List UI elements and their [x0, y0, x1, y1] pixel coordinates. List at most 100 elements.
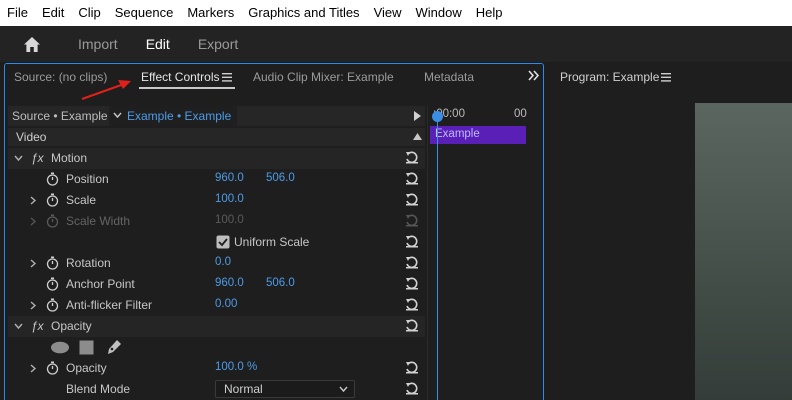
clip-bar-label: Example [435, 128, 480, 140]
video-header-label: Video [16, 130, 47, 144]
motion-label: Motion [51, 151, 88, 165]
reset-parameter-icon[interactable] [405, 256, 419, 270]
playhead-line [437, 118, 438, 400]
opacity-group-row[interactable]: ƒx Opacity [8, 316, 425, 337]
ellipse-mask-icon[interactable] [50, 341, 70, 354]
program-title[interactable]: Program: Example [560, 70, 659, 84]
anchor-point-label: Anchor Point [66, 277, 135, 291]
reset-parameter-icon[interactable] [405, 151, 419, 165]
clip-label: Example • Example [127, 109, 232, 123]
position-row: Position 960.0 506.0 [8, 169, 425, 190]
tab-metadata[interactable]: Metadata [424, 70, 474, 84]
stopwatch-icon[interactable] [46, 193, 59, 207]
chevron-down-icon [339, 386, 348, 393]
blend-mode-label: Blend Mode [66, 382, 131, 396]
position-x-value[interactable]: 960.0 [215, 172, 244, 184]
opacity-value[interactable]: 100.0 % [215, 361, 257, 373]
playhead-handle[interactable] [432, 111, 443, 122]
stopwatch-icon[interactable] [46, 298, 59, 312]
menu-window[interactable]: Window [409, 0, 469, 26]
menu-file[interactable]: File [0, 0, 35, 26]
clip-bar[interactable]: Example [430, 126, 526, 144]
rotation-value[interactable]: 0.0 [215, 256, 231, 268]
anchor-x-value[interactable]: 960.0 [215, 277, 244, 289]
menu-markers[interactable]: Markers [180, 0, 241, 26]
chevron-right-icon[interactable] [30, 301, 37, 310]
pen-mask-icon[interactable] [106, 339, 122, 355]
uniform-scale-label: Uniform Scale [234, 235, 310, 249]
reset-parameter-icon[interactable] [405, 172, 419, 186]
anti-flicker-label: Anti-flicker Filter [66, 298, 153, 312]
collapse-up-icon[interactable] [413, 133, 422, 140]
reset-parameter-icon[interactable] [405, 277, 419, 291]
blend-mode-select[interactable]: Normal [215, 380, 355, 398]
position-y-value[interactable]: 506.0 [266, 172, 295, 184]
reset-parameter-icon[interactable] [405, 382, 419, 396]
workspace-bar: Import Edit Export [0, 26, 792, 62]
mask-tools-row [8, 337, 425, 358]
reset-parameter-icon[interactable] [405, 235, 419, 249]
rotation-row: Rotation 0.0 [8, 253, 425, 274]
menu-sequence[interactable]: Sequence [108, 0, 181, 26]
reset-parameter-icon[interactable] [405, 361, 419, 375]
fx-icon: ƒx [31, 319, 44, 333]
chevron-right-icon [30, 217, 37, 226]
stopwatch-icon[interactable] [46, 256, 59, 270]
chevron-down-icon[interactable] [14, 323, 23, 330]
menu-graphics-and-titles[interactable]: Graphics and Titles [241, 0, 366, 26]
tab-audio-clip-mixer[interactable]: Audio Clip Mixer: Example [253, 70, 394, 84]
panel-menu-icon[interactable] [222, 73, 232, 82]
home-button[interactable] [0, 26, 64, 62]
anchor-y-value[interactable]: 506.0 [266, 277, 295, 289]
rectangle-mask-icon[interactable] [79, 340, 94, 355]
effect-timeline[interactable]: :00:00 00 Example [427, 106, 543, 400]
opacity-row: Opacity 100.0 % [8, 358, 425, 379]
tab-import[interactable]: Import [64, 26, 132, 62]
reset-parameter-icon[interactable] [405, 193, 419, 207]
uniform-scale-row: Uniform Scale [8, 232, 425, 253]
uniform-scale-checkbox[interactable] [216, 235, 230, 249]
menu-help[interactable]: Help [469, 0, 510, 26]
clip-selector[interactable]: Example • Example [109, 106, 237, 126]
tab-edit[interactable]: Edit [132, 26, 184, 62]
stopwatch-icon[interactable] [46, 361, 59, 375]
fx-icon: ƒx [31, 151, 44, 165]
tab-source[interactable]: Source: (no clips) [14, 70, 107, 84]
active-tab-underline [139, 87, 235, 89]
panel-menu-icon[interactable] [661, 73, 671, 82]
scale-width-label: Scale Width [66, 214, 131, 228]
effect-controls-panel: Source: (no clips) Effect Controls Audio… [4, 63, 544, 400]
program-video-frame[interactable] [695, 103, 792, 400]
anti-flicker-value[interactable]: 0.00 [215, 298, 237, 310]
reset-parameter-icon[interactable] [405, 319, 419, 333]
motion-group-row[interactable]: ƒx Motion [8, 148, 425, 169]
program-monitor: Program: Example [550, 63, 792, 400]
chevron-right-icon[interactable] [30, 364, 37, 373]
overflow-chevron-icon[interactable] [528, 70, 540, 81]
stopwatch-icon[interactable] [46, 277, 59, 291]
source-row: Source • Example Example • Example [8, 106, 425, 126]
menu-clip[interactable]: Clip [71, 0, 107, 26]
menu-bar: File Edit Clip Sequence Markers Graphics… [0, 0, 792, 26]
chevron-down-icon [113, 112, 122, 119]
source-label[interactable]: Source • Example [12, 109, 108, 123]
chevron-right-icon[interactable] [30, 196, 37, 205]
menu-edit[interactable]: Edit [35, 0, 71, 26]
rotation-label: Rotation [66, 256, 111, 270]
chevron-down-icon[interactable] [14, 155, 23, 162]
scale-value[interactable]: 100.0 [215, 193, 244, 205]
menu-view[interactable]: View [367, 0, 409, 26]
reset-parameter-icon[interactable] [405, 298, 419, 312]
reset-parameter-icon [406, 214, 418, 227]
tab-effect-controls[interactable]: Effect Controls [141, 70, 219, 84]
stopwatch-icon[interactable] [46, 172, 59, 186]
scale-row: Scale 100.0 [8, 190, 425, 211]
tab-export[interactable]: Export [184, 26, 252, 62]
play-only-clip-icon[interactable] [414, 111, 421, 121]
scale-label: Scale [66, 193, 97, 207]
chevron-right-icon[interactable] [30, 259, 37, 268]
effect-properties: ƒx Motion Position 960.0 506.0 Scale 100… [8, 148, 425, 400]
video-header: Video [8, 128, 425, 146]
scale-width-row: Scale Width 100.0 [8, 211, 425, 232]
position-label: Position [66, 172, 109, 186]
